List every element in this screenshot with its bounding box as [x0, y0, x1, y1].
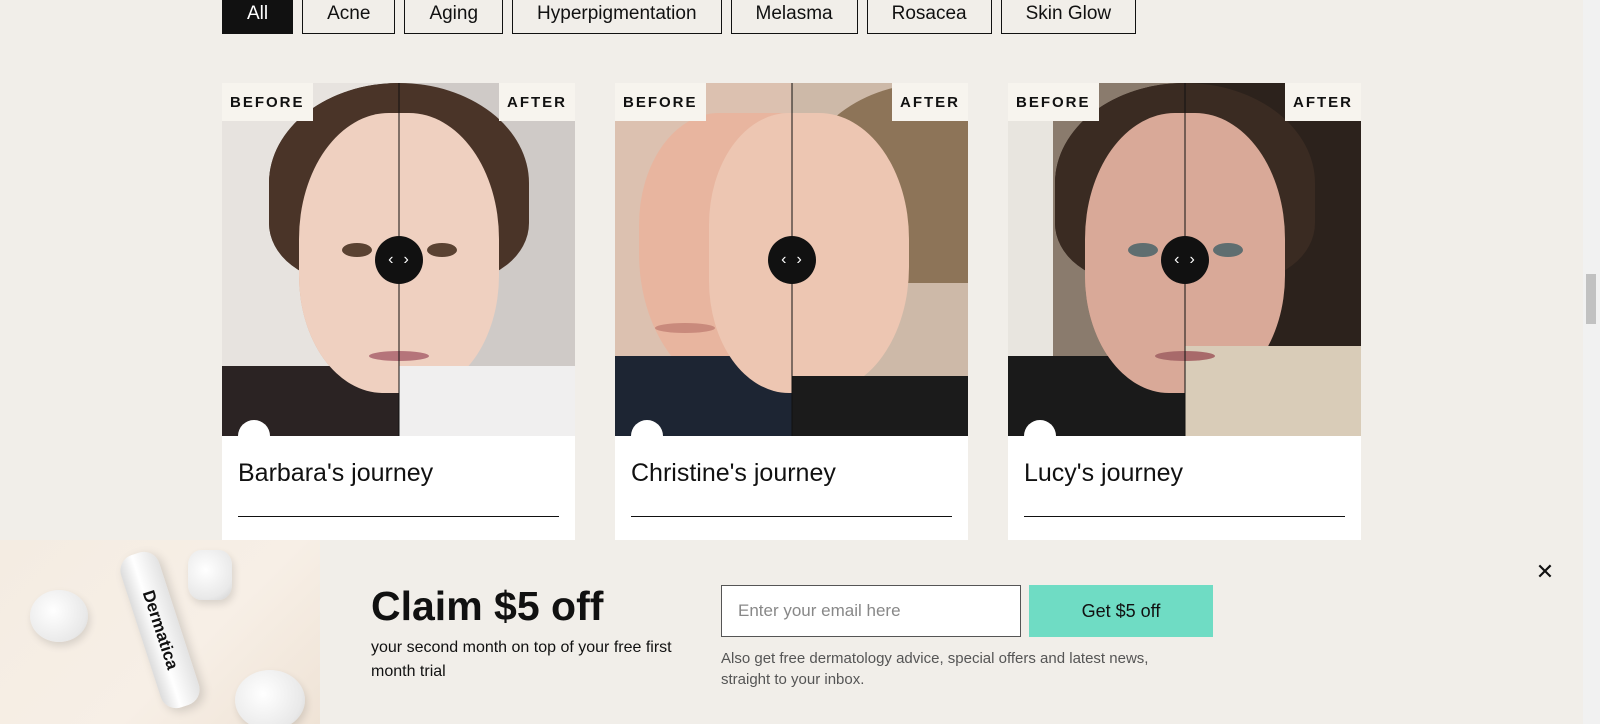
product-label: Dermatica — [138, 587, 183, 672]
after-image — [709, 83, 968, 436]
journey-card[interactable]: BEFORE AFTER ‹ › Barbara's journey — [222, 83, 575, 543]
before-label: BEFORE — [615, 83, 706, 121]
after-image — [1054, 83, 1361, 436]
before-label: BEFORE — [222, 83, 313, 121]
chevron-right-icon: › — [1189, 251, 1195, 268]
before-after-slider[interactable]: BEFORE AFTER ‹ › — [222, 83, 575, 436]
promo-heading: Claim $5 off — [371, 583, 604, 629]
card-title[interactable]: Barbara's journey — [238, 459, 433, 488]
chevron-right-icon: › — [796, 251, 802, 268]
divider — [238, 516, 559, 517]
journey-cards: BEFORE AFTER ‹ › Barbara's journey BEFOR… — [222, 83, 1361, 543]
chevron-left-icon: ‹ — [388, 251, 394, 268]
promo-note: Also get free dermatology advice, specia… — [721, 650, 1149, 688]
divider — [1024, 516, 1345, 517]
chevron-left-icon: ‹ — [1174, 251, 1180, 268]
journey-card[interactable]: BEFORE AFTER ‹ › Christine's journey — [615, 83, 968, 543]
after-image — [268, 83, 575, 436]
filter-rosacea[interactable]: Rosacea — [866, 0, 992, 34]
promo-subheading: your second month on top of your free fi… — [371, 639, 672, 680]
card-title[interactable]: Christine's journey — [631, 459, 836, 488]
condition-filter-bar: All Acne Aging Hyperpigmentation Melasma… — [222, 0, 1137, 34]
close-icon[interactable]: ✕ — [1535, 561, 1555, 583]
promo-banner: Dermatica Claim $5 off your second month… — [0, 540, 1583, 724]
filter-all[interactable]: All — [222, 0, 294, 34]
before-after-slider[interactable]: BEFORE AFTER ‹ › — [1008, 83, 1361, 436]
filter-acne[interactable]: Acne — [302, 0, 396, 34]
slider-handle[interactable]: ‹ › — [1160, 236, 1209, 284]
journey-card[interactable]: BEFORE AFTER ‹ › Lucy's journey — [1008, 83, 1361, 543]
product-image: Dermatica — [0, 540, 320, 724]
filter-aging[interactable]: Aging — [404, 0, 504, 34]
page-scrollbar[interactable] — [1583, 0, 1600, 724]
claim-offer-button[interactable]: Get $5 off — [1029, 585, 1213, 637]
before-label: BEFORE — [1008, 83, 1099, 121]
filter-hyperpigmentation[interactable]: Hyperpigmentation — [512, 0, 722, 34]
after-label: AFTER — [892, 83, 968, 121]
after-label: AFTER — [1285, 83, 1361, 121]
email-input[interactable] — [721, 585, 1021, 637]
filter-melasma[interactable]: Melasma — [730, 0, 858, 34]
card-title[interactable]: Lucy's journey — [1024, 459, 1183, 488]
slider-handle[interactable]: ‹ › — [374, 236, 423, 284]
chevron-left-icon: ‹ — [781, 251, 787, 268]
divider — [631, 516, 952, 517]
after-label: AFTER — [499, 83, 575, 121]
scrollbar-thumb[interactable] — [1586, 274, 1596, 324]
slider-handle[interactable]: ‹ › — [767, 236, 816, 284]
before-after-slider[interactable]: BEFORE AFTER ‹ › — [615, 83, 968, 436]
filter-skin-glow[interactable]: Skin Glow — [1000, 0, 1137, 34]
chevron-right-icon: › — [403, 251, 409, 268]
